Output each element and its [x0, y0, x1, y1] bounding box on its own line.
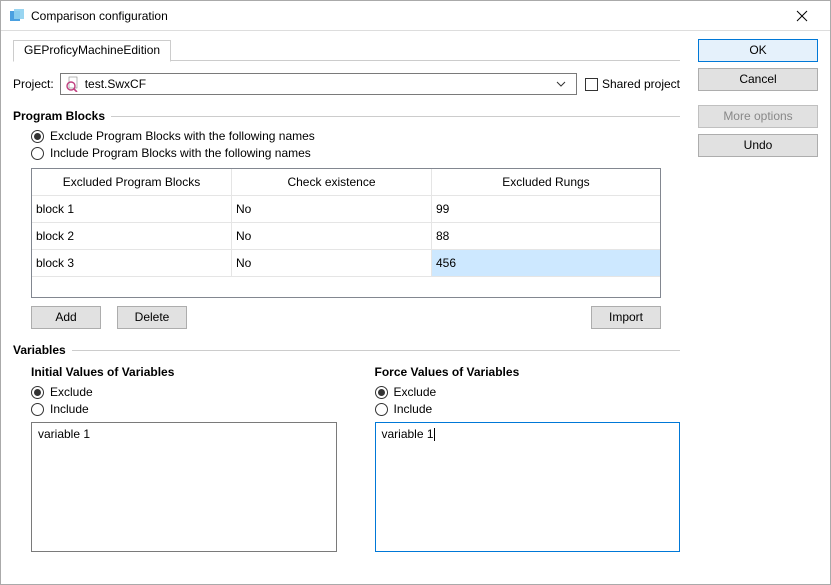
radio-include-blocks[interactable]: Include Program Blocks with the followin… — [31, 146, 680, 160]
table-row[interactable]: block 2 No 88 — [32, 223, 660, 250]
force-values-header: Force Values of Variables — [375, 365, 681, 379]
delete-button[interactable]: Delete — [117, 306, 187, 329]
initial-values-column: Initial Values of Variables Exclude Incl… — [13, 363, 337, 552]
shared-project-checkbox[interactable]: Shared project — [585, 77, 680, 91]
blocks-table: Excluded Program Blocks Check existence … — [31, 168, 661, 298]
table-row[interactable]: block 3 No 456 — [32, 250, 660, 277]
radio-force-exclude[interactable]: Exclude — [375, 385, 681, 399]
project-file-icon — [65, 76, 81, 92]
force-values-column: Force Values of Variables Exclude Includ… — [357, 363, 681, 552]
programblocks-header: Program Blocks — [13, 109, 680, 123]
add-button[interactable]: Add — [31, 306, 101, 329]
radio-icon — [31, 386, 44, 399]
cancel-button[interactable]: Cancel — [698, 68, 818, 91]
radio-icon — [31, 130, 44, 143]
button-sidebar: OK Cancel More options Undo — [692, 31, 830, 584]
variables-panel: Initial Values of Variables Exclude Incl… — [13, 363, 680, 552]
radio-initial-exclude[interactable]: Exclude — [31, 385, 337, 399]
radio-icon — [375, 403, 388, 416]
main-panel: GEProficyMachineEdition Project: test.Sw… — [1, 31, 692, 584]
table-row-empty — [32, 277, 660, 297]
window-title: Comparison configuration — [31, 9, 782, 23]
dialog-window: Comparison configuration GEProficyMachin… — [0, 0, 831, 585]
project-select[interactable]: test.SwxCF — [60, 73, 577, 95]
radio-icon — [31, 403, 44, 416]
initial-values-header: Initial Values of Variables — [31, 365, 337, 379]
tab-geproficy[interactable]: GEProficyMachineEdition — [13, 40, 171, 62]
project-value: test.SwxCF — [85, 77, 556, 91]
radio-exclude-blocks[interactable]: Exclude Program Blocks with the followin… — [31, 129, 680, 143]
radio-initial-include[interactable]: Include — [31, 402, 337, 416]
radio-icon — [375, 386, 388, 399]
titlebar: Comparison configuration — [1, 1, 830, 31]
more-options-button: More options — [698, 105, 818, 128]
radio-force-include[interactable]: Include — [375, 402, 681, 416]
undo-button[interactable]: Undo — [698, 134, 818, 157]
table-header: Excluded Program Blocks Check existence … — [32, 169, 660, 196]
project-label: Project: — [13, 77, 54, 91]
chevron-down-icon[interactable] — [556, 81, 572, 87]
project-row: Project: test.SwxCF Shared project — [13, 73, 680, 95]
text-cursor — [434, 428, 435, 441]
col-excluded-rungs[interactable]: Excluded Rungs — [432, 169, 660, 196]
import-button[interactable]: Import — [591, 306, 661, 329]
initial-values-textarea[interactable]: variable 1 — [31, 422, 337, 552]
table-button-row: Add Delete Import — [31, 306, 661, 329]
selected-cell[interactable]: 456 — [432, 250, 660, 277]
shared-project-label: Shared project — [602, 77, 680, 91]
close-icon[interactable] — [782, 10, 822, 22]
tab-bar: GEProficyMachineEdition — [13, 39, 680, 61]
table-row[interactable]: block 1 No 99 — [32, 196, 660, 223]
app-icon — [9, 8, 25, 24]
checkbox-icon — [585, 78, 598, 91]
col-excluded-blocks[interactable]: Excluded Program Blocks — [32, 169, 232, 196]
col-check-existence[interactable]: Check existence — [232, 169, 432, 196]
radio-icon — [31, 147, 44, 160]
force-values-textarea[interactable]: variable 1 — [375, 422, 681, 552]
variables-header: Variables — [13, 343, 680, 357]
ok-button[interactable]: OK — [698, 39, 818, 62]
